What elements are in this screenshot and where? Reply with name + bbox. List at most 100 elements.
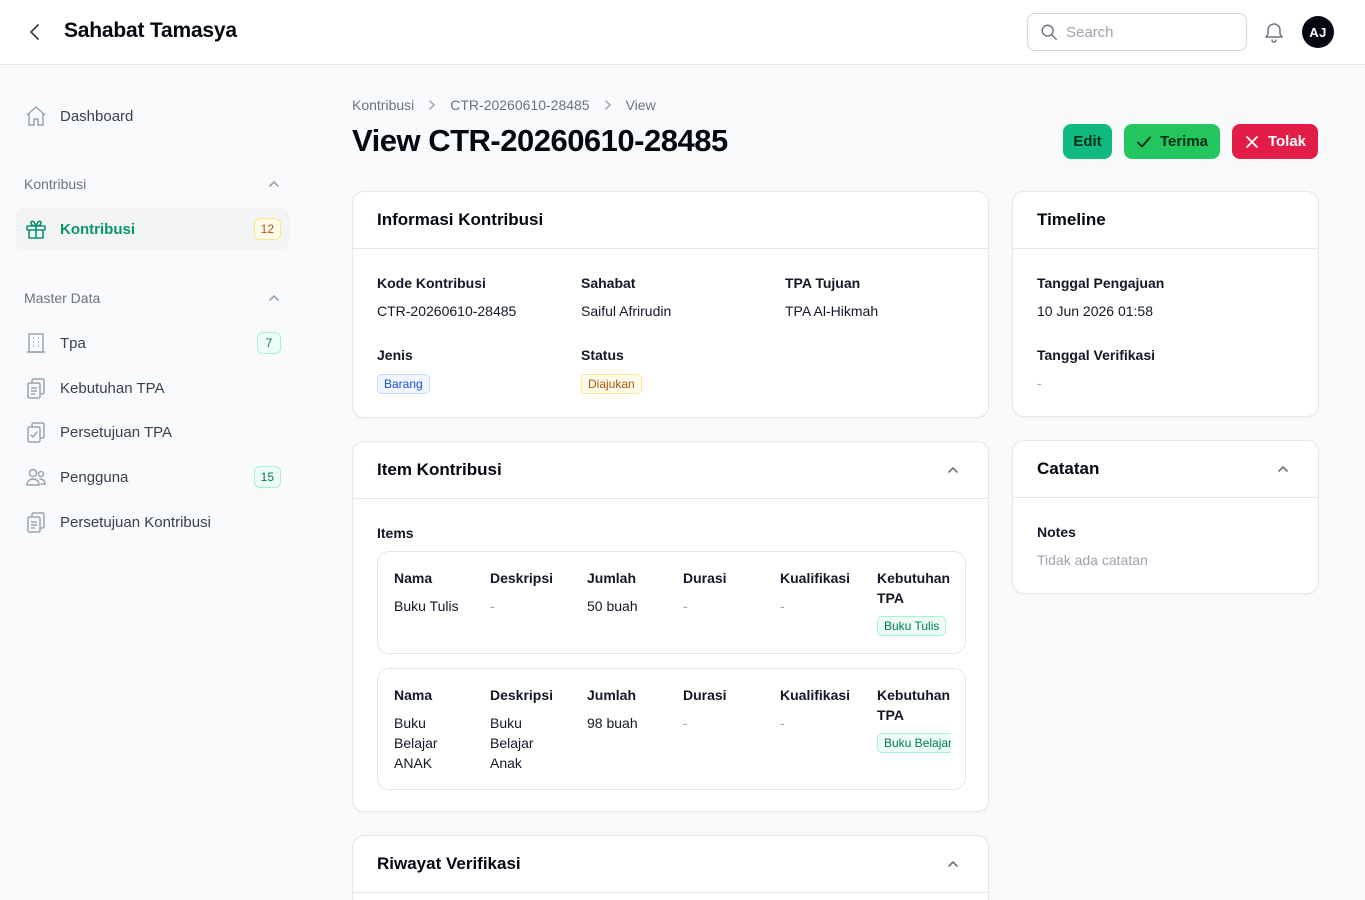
user-avatar[interactable]: AJ — [1302, 16, 1334, 48]
edit-button[interactable]: Edit — [1063, 124, 1112, 159]
col-header: Jumlah — [587, 570, 637, 586]
clipboard-check-icon — [24, 420, 48, 444]
search-input[interactable] — [1066, 23, 1226, 41]
item-col-nama: Nama Buku Belajar ANAK — [394, 685, 474, 773]
breadcrumb-item[interactable]: CTR-20260610-28485 — [450, 97, 589, 113]
item-col-kualifikasi: Kualifikasi - — [780, 685, 860, 733]
field-label: TPA Tujuan — [785, 275, 861, 291]
col-header: Durasi — [683, 687, 727, 703]
count-badge: 12 — [253, 218, 281, 240]
sidebar-group-master-data[interactable]: Master Data — [24, 286, 281, 310]
col-value: 50 buah — [587, 598, 638, 614]
field-label: Tanggal Pengajuan — [1037, 275, 1165, 291]
card-header: Informasi Kontribusi — [353, 192, 988, 249]
col-value: Buku Tulis — [394, 598, 459, 614]
reject-button-label: Tolak — [1267, 133, 1307, 150]
col-header: Kebutuhan — [877, 570, 951, 586]
back-button[interactable] — [22, 19, 48, 45]
col-value-line: Belajar — [490, 735, 534, 751]
sidebar-item-label: Tpa — [60, 334, 86, 352]
col-value: - — [780, 598, 785, 614]
accept-button[interactable]: Terima — [1124, 124, 1220, 159]
need-badge: Buku Belajar — [877, 733, 951, 753]
field-label: Status — [581, 347, 624, 363]
col-value: - — [490, 598, 495, 614]
col-header: Durasi — [683, 570, 727, 586]
card-title: Riwayat Verifikasi — [377, 854, 521, 873]
accept-button-label: Terima — [1159, 133, 1209, 150]
col-value-line: ANAK — [394, 755, 433, 771]
chevron-up-icon — [1278, 465, 1288, 472]
sidebar-item-kontribusi[interactable]: Kontribusi 12 — [16, 208, 289, 250]
reject-button[interactable]: Tolak — [1232, 124, 1318, 159]
col-header: TPA — [877, 707, 904, 723]
sidebar-item-kebutuhan-tpa[interactable]: Kebutuhan TPA — [16, 367, 289, 409]
sidebar-item-tpa[interactable]: Tpa 7 — [16, 322, 289, 364]
sidebar-item-persetujuan-tpa[interactable]: Persetujuan TPA — [16, 411, 289, 453]
sidebar-item-dashboard[interactable]: Dashboard — [16, 95, 289, 137]
col-value: Buku Belajar Anak — [490, 713, 570, 773]
sidebar-group-label: Master Data — [24, 290, 101, 306]
count-badge: 15 — [253, 466, 281, 488]
field-value: Saiful Afrirudin — [581, 303, 672, 319]
search-box[interactable] — [1027, 13, 1247, 51]
chevron-up-icon — [948, 860, 958, 867]
chevron-left-icon — [30, 24, 39, 40]
sidebar-item-label: Persetujuan TPA — [60, 423, 173, 441]
need-badge: Buku Tulis — [877, 616, 947, 636]
breadcrumb-item[interactable]: Kontribusi — [352, 97, 414, 113]
page-title: View CTR-20260610-28485 — [352, 123, 728, 158]
chevron-up-icon — [269, 294, 279, 301]
home-icon — [24, 104, 48, 128]
col-header: TPA — [877, 590, 904, 606]
field-label: Jenis — [377, 347, 413, 363]
col-header: Kebutuhan — [877, 687, 951, 703]
col-header: Deskripsi — [490, 687, 554, 703]
search-icon — [1041, 24, 1057, 40]
field-label: Sahabat — [581, 275, 636, 291]
sidebar-item-label: Persetujuan Kontribusi — [60, 513, 211, 531]
field-value: 10 Jun 2026 01:58 — [1037, 303, 1153, 319]
sidebar-item-pengguna[interactable]: Pengguna 15 — [16, 456, 289, 498]
col-header: Nama — [394, 687, 433, 703]
col-value-line: Buku — [490, 715, 522, 731]
item-col-jumlah: Jumlah 98 buah — [587, 685, 667, 733]
item-col-jumlah: Jumlah 50 buah — [587, 568, 667, 616]
notifications-button[interactable] — [1262, 20, 1286, 44]
col-header: Jumlah — [587, 687, 637, 703]
item-col-kebutuhan: Kebutuhan TPA Buku Belajar — [877, 685, 951, 753]
items-label: Items — [377, 525, 414, 541]
field-label: Notes — [1037, 524, 1076, 540]
status-badge: Diajukan — [581, 374, 642, 394]
close-icon — [1246, 135, 1258, 148]
check-icon — [1137, 136, 1151, 147]
col-value-line: Anak — [490, 755, 522, 771]
collapse-button[interactable] — [942, 853, 964, 875]
notes-card: Catatan Notes Tidak ada catatan — [1012, 440, 1319, 594]
item-col-kualifikasi: Kualifikasi - — [780, 568, 860, 616]
card-header: Riwayat Verifikasi — [353, 836, 988, 893]
collapse-button[interactable] — [1272, 458, 1294, 480]
sidebar-item-persetujuan-kontribusi[interactable]: Persetujuan Kontribusi — [16, 501, 289, 543]
sidebar-group-label: Kontribusi — [24, 176, 87, 192]
sidebar-group-kontribusi[interactable]: Kontribusi — [24, 172, 281, 196]
item-col-durasi: Durasi - — [683, 685, 763, 733]
top-bar: Sahabat Tamasya AJ — [0, 0, 1365, 65]
col-value: - — [780, 715, 785, 731]
card-title: Catatan — [1037, 459, 1100, 478]
sidebar-item-label: Dashboard — [60, 107, 134, 125]
field-value: CTR-20260610-28485 — [377, 303, 517, 319]
field-value: - — [1037, 375, 1042, 391]
item-col-deskripsi: Deskripsi - — [490, 568, 570, 616]
collapse-button[interactable] — [942, 459, 964, 481]
col-header: Nama — [394, 570, 433, 586]
col-value: - — [683, 715, 688, 731]
history-card: Riwayat Verifikasi — [352, 835, 989, 900]
timeline-card: Timeline Tanggal Pengajuan 10 Jun 2026 0… — [1012, 191, 1319, 417]
chevron-right-icon — [602, 99, 614, 111]
gift-icon — [24, 217, 48, 241]
col-value-line: Buku — [394, 715, 426, 731]
col-header: Deskripsi — [490, 570, 554, 586]
field-value: Tidak ada catatan — [1037, 552, 1148, 568]
building-icon — [24, 331, 48, 355]
